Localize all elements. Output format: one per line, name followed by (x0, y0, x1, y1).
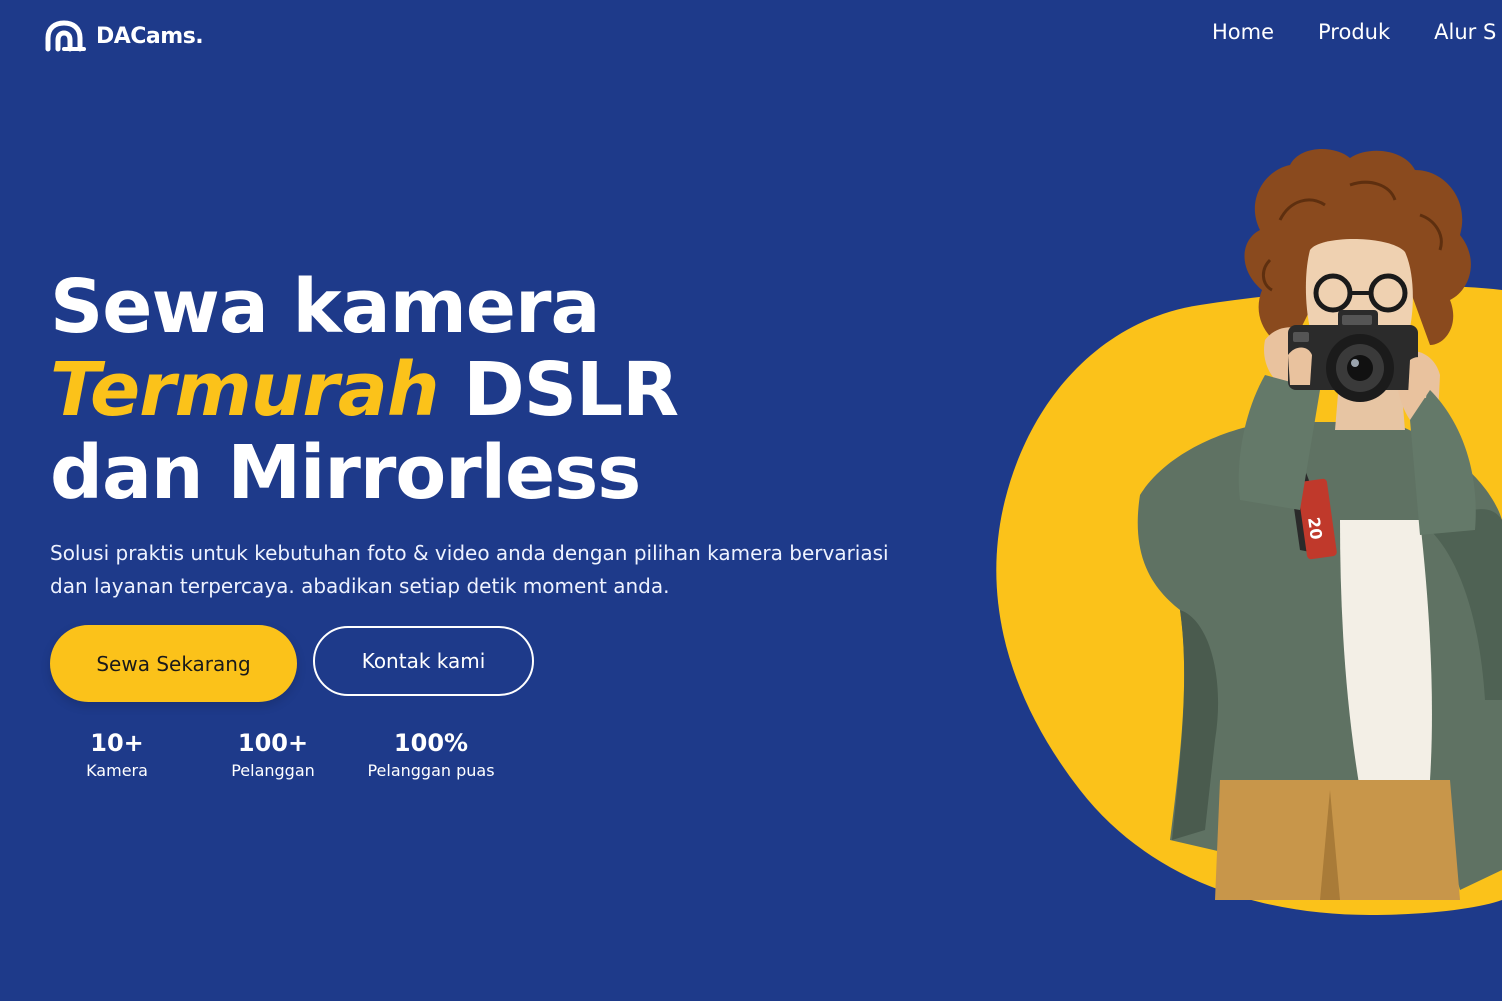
landing-page: DACams. Home Produk Alur S Sewa kamera T… (0, 0, 1502, 1001)
hero-title-line1: Sewa kamera (50, 264, 600, 350)
stat-label: Pelanggan (231, 761, 315, 780)
stat-label: Kamera (86, 761, 148, 780)
nav-links: Home Produk Alur S (1212, 20, 1496, 44)
hero-illustration: 20 (990, 140, 1502, 930)
hero-title-line3: dan Mirrorless (50, 430, 641, 516)
rent-now-button[interactable]: Sewa Sekarang (50, 625, 297, 702)
nav-item-alur[interactable]: Alur S (1434, 20, 1496, 44)
photographer-illustration: 20 (996, 148, 1502, 915)
stat-value: 10+ (90, 729, 144, 757)
dacams-logo-icon (45, 20, 86, 52)
brand-name: DACams. (96, 23, 204, 49)
hero-title-line2: DSLR (438, 347, 679, 433)
stat-value: 100+ (237, 729, 309, 757)
stat-value: 100% (393, 729, 469, 757)
stat-kamera: 10+ Kamera (86, 728, 148, 782)
hero-title: Sewa kamera Termurah DSLR dan Mirrorless (50, 264, 679, 516)
hero-title-accent: Termurah (50, 347, 440, 433)
stat-pelanggan-puas: 100% Pelanggan puas (367, 728, 494, 782)
strap-text: 20 (1304, 516, 1326, 541)
nav-item-produk[interactable]: Produk (1318, 20, 1390, 44)
brand[interactable]: DACams. (44, 20, 204, 52)
contact-us-button[interactable]: Kontak kami (313, 626, 534, 696)
stat-label: Pelanggan puas (367, 761, 495, 780)
hero-subtitle: Solusi praktis untuk kebutuhan foto & vi… (50, 541, 889, 598)
nav-item-home[interactable]: Home (1212, 20, 1274, 44)
navbar: DACams. Home Produk Alur S (0, 0, 1502, 72)
stat-pelanggan: 100+ Pelanggan (231, 728, 315, 782)
